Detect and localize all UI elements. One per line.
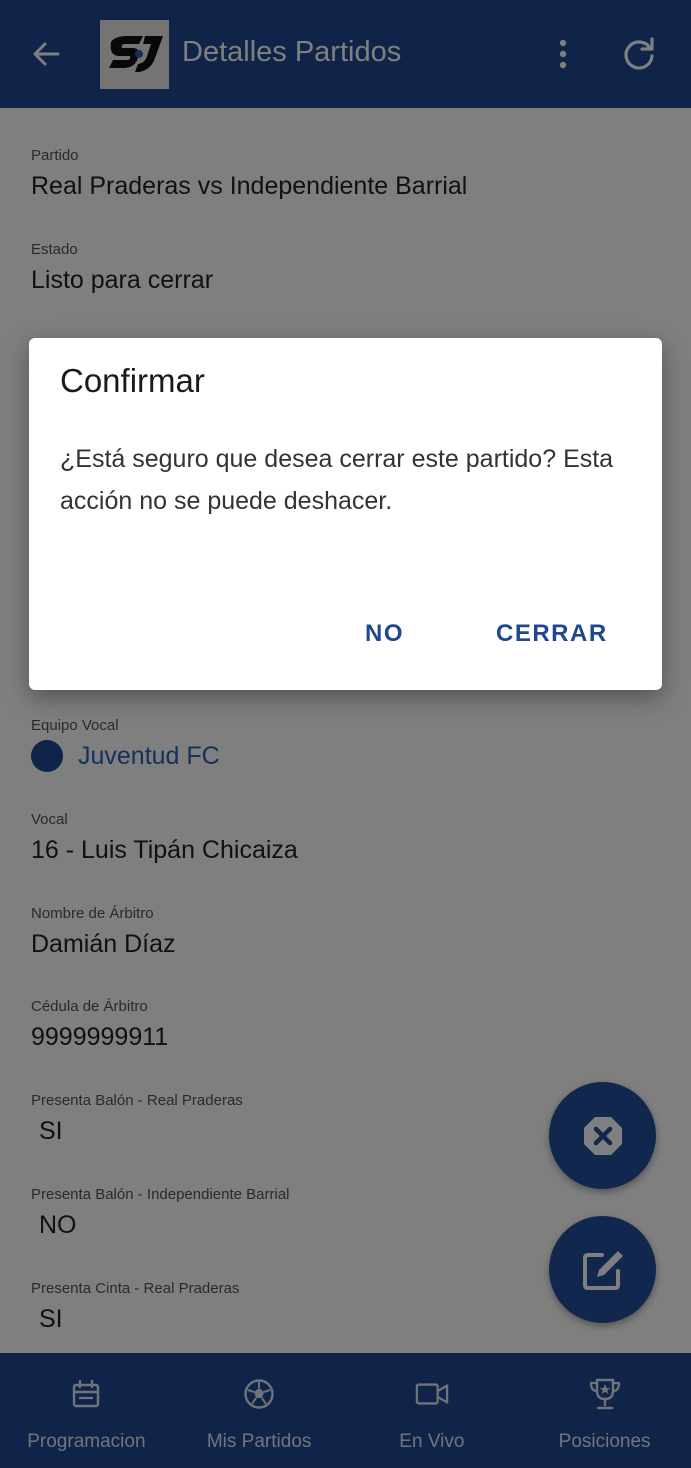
dialog-title: Confirmar — [60, 362, 205, 399]
confirm-dialog: Confirmar ¿Está seguro que desea cerrar … — [29, 338, 662, 690]
no-button[interactable]: NO — [365, 620, 404, 648]
confirm-close-button[interactable]: CERRAR — [496, 620, 608, 648]
modal-scrim[interactable] — [0, 0, 691, 1468]
dialog-message: ¿Está seguro que desea cerrar este parti… — [60, 445, 614, 515]
